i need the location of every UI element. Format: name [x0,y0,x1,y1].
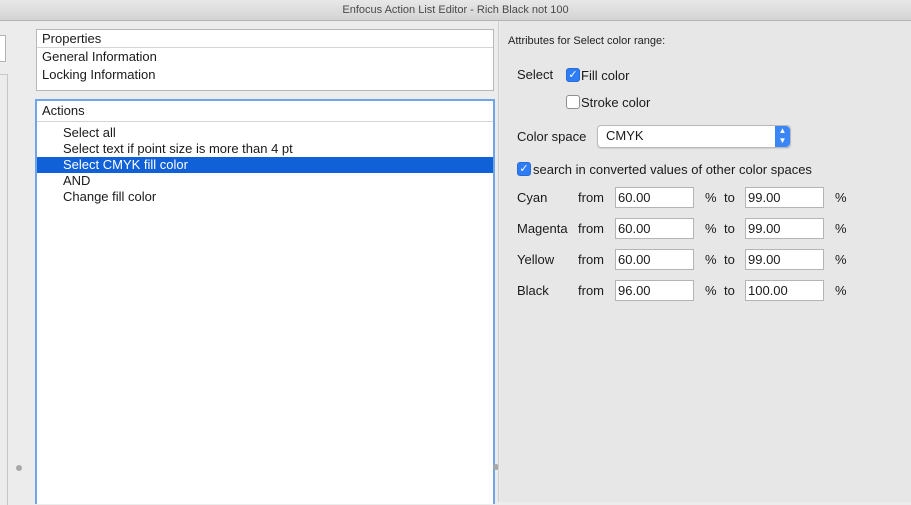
magenta-label: Magenta [517,221,568,236]
stroke-color-checkbox[interactable] [566,95,580,109]
fill-color-checkbox[interactable]: ✓ [566,68,580,82]
properties-header: Properties [37,30,493,48]
magenta-from-label: from [578,221,604,236]
chevron-updown-icon: ▲ ▼ [775,126,790,147]
stroke-color-label[interactable]: Stroke color [581,95,650,110]
window-title-bar: Enfocus Action List Editor - Rich Black … [0,0,911,21]
yellow-to-input[interactable]: 99.00 [745,249,824,270]
actions-list: Actions Select all Select text if point … [35,99,495,504]
left-panel-edge [0,35,6,62]
color-space-select[interactable]: CMYK ▲ ▼ [597,125,791,148]
cyan-to-input[interactable]: 99.00 [745,187,824,208]
left-panel-frame [0,74,8,505]
black-to-label: to [724,283,735,298]
fill-color-label[interactable]: Fill color [581,68,629,83]
cyan-from-percent: % [705,190,717,205]
panel-divider [498,21,499,502]
black-label: Black [517,283,549,298]
magenta-from-percent: % [705,221,717,236]
magenta-to-label: to [724,221,735,236]
converted-values-label[interactable]: search in converted values of other colo… [533,162,812,177]
action-item-and[interactable]: AND [37,173,493,189]
attributes-panel: Attributes for Select color range: Selec… [500,21,911,502]
magenta-from-input[interactable]: 60.00 [615,218,694,239]
yellow-from-percent: % [705,252,717,267]
color-space-value: CMYK [606,128,644,143]
split-handle-left[interactable] [16,465,22,471]
select-label: Select [517,67,554,82]
cyan-to-percent: % [835,190,847,205]
yellow-label: Yellow [517,252,555,267]
color-space-label: Color space [517,129,587,144]
cyan-from-label: from [578,190,604,205]
checkmark-icon: ✓ [519,163,529,175]
yellow-to-percent: % [835,252,847,267]
black-from-percent: % [705,283,717,298]
attributes-title: Attributes for Select color range: [508,35,666,47]
magenta-to-percent: % [835,221,847,236]
window-title: Enfocus Action List Editor - Rich Black … [342,4,569,16]
converted-values-checkbox[interactable]: ✓ [517,162,531,176]
properties-item-general[interactable]: General Information [37,48,493,66]
action-item-select-all[interactable]: Select all [37,125,493,141]
actions-header: Actions [37,101,493,122]
action-item-select-text[interactable]: Select text if point size is more than 4… [37,141,493,157]
properties-item-locking[interactable]: Locking Information [37,66,493,84]
action-item-select-cmyk[interactable]: Select CMYK fill color [37,157,493,173]
magenta-to-input[interactable]: 99.00 [745,218,824,239]
properties-list: Properties General Information Locking I… [36,29,494,91]
left-collapsed-panel [0,21,30,505]
black-from-input[interactable]: 96.00 [615,280,694,301]
black-to-percent: % [835,283,847,298]
cyan-from-input[interactable]: 60.00 [615,187,694,208]
checkmark-icon: ✓ [568,69,578,81]
cyan-to-label: to [724,190,735,205]
black-to-input[interactable]: 100.00 [745,280,824,301]
action-item-change-fill[interactable]: Change fill color [37,189,493,205]
yellow-from-label: from [578,252,604,267]
yellow-to-label: to [724,252,735,267]
cyan-label: Cyan [517,190,548,205]
yellow-from-input[interactable]: 60.00 [615,249,694,270]
black-from-label: from [578,283,604,298]
